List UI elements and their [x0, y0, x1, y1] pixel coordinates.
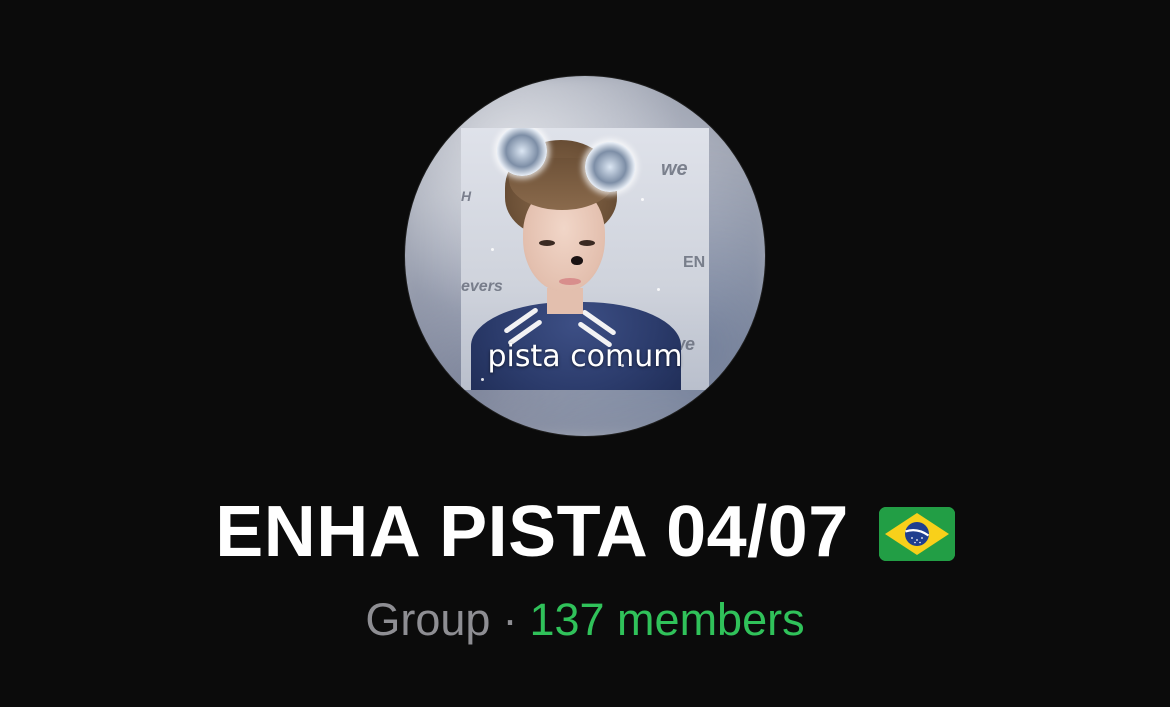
backdrop-logo: EN — [683, 254, 706, 271]
avatar-caption: pista comum — [487, 339, 683, 374]
group-subtitle: Group · 137 members — [0, 592, 1170, 648]
person-eye — [539, 240, 555, 246]
bear-nose-filter — [571, 256, 583, 265]
bear-ear-filter — [585, 142, 635, 192]
group-avatar[interactable]: we H EN evers we pista comum — [405, 76, 765, 436]
sparkle — [481, 378, 484, 381]
person-eye — [579, 240, 595, 246]
backdrop-logo: we — [661, 158, 688, 180]
bear-ear-filter — [497, 128, 547, 176]
backdrop-logo: H — [461, 188, 472, 204]
brazil-flag-icon — [878, 507, 955, 561]
sparkle — [491, 248, 494, 251]
person-lips — [559, 278, 581, 285]
sparkle — [641, 198, 644, 201]
group-title-row: ENHA PISTA 04/07 — [0, 484, 1170, 580]
separator-dot: · — [502, 594, 518, 645]
group-name: ENHA PISTA 04/07 — [215, 492, 849, 572]
backdrop-logo: evers — [461, 278, 503, 295]
avatar-photo: we H EN evers we pista comum — [461, 128, 709, 390]
sparkle — [657, 288, 660, 291]
group-type-label: Group — [365, 594, 491, 645]
group-profile-header: we H EN evers we pista comum ENHA PISTA … — [0, 0, 1170, 707]
member-count-link[interactable]: 137 members — [529, 594, 804, 645]
